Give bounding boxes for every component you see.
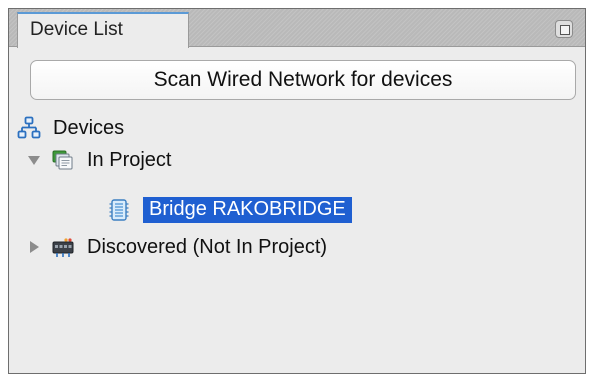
tree-node-discovered[interactable]: Discovered (Not In Project): [27, 232, 327, 262]
panel-menu-icon[interactable]: [555, 20, 573, 38]
tree-node-devices-label: Devices: [53, 116, 125, 139]
tree-node-in-project-label: In Project: [87, 148, 172, 171]
tab-device-list-label: Device List: [30, 19, 123, 40]
expand-arrow-icon[interactable]: [27, 153, 41, 167]
bridge-chip-icon: [109, 199, 129, 221]
scan-button-label: Scan Wired Network for devices: [153, 68, 453, 91]
tree-node-discovered-label: Discovered (Not In Project): [87, 235, 328, 258]
device-list-window: Device List Scan Wired Network for devic…: [0, 0, 592, 378]
project-devices-icon: [52, 150, 73, 170]
tree-node-in-project[interactable]: In Project: [27, 145, 171, 175]
scan-wired-network-button[interactable]: Scan Wired Network for devices: [30, 60, 576, 100]
collapse-arrow-icon[interactable]: [27, 240, 41, 254]
tree-node-bridge-rakobridge[interactable]: Bridge RAKOBRIDGE: [107, 195, 352, 225]
tab-device-list[interactable]: Device List: [17, 12, 189, 48]
tree-node-devices[interactable]: Devices: [17, 113, 124, 143]
device-tree: Devices In Project Bridge RAKOBRIDGE Dis…: [9, 109, 585, 373]
device-list-panel: Device List Scan Wired Network for devic…: [8, 8, 586, 374]
network-tree-icon: [17, 116, 41, 139]
network-switch-icon: [52, 238, 74, 257]
tab-strip: Device List: [9, 9, 585, 48]
tree-node-bridge-label: Bridge RAKOBRIDGE: [143, 197, 352, 223]
